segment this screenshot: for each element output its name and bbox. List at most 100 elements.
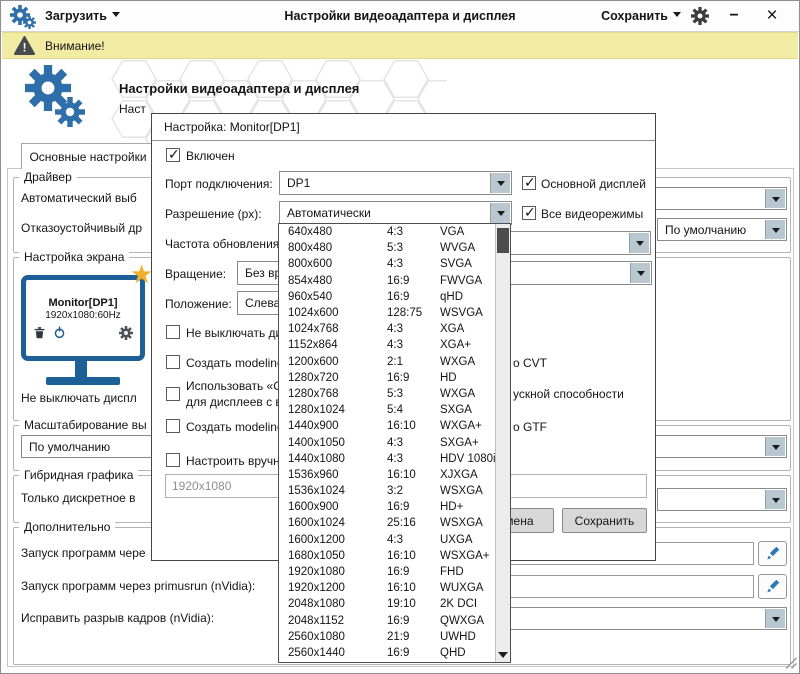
save-menu-button[interactable]: Сохранить bbox=[601, 9, 681, 23]
resolution-option[interactable]: 1400x10504:3SXGA+ bbox=[279, 434, 495, 450]
failsafe-driver-combo[interactable]: По умолчанию bbox=[657, 218, 787, 241]
scaling-group-legend: Масштабирование вы bbox=[19, 419, 152, 432]
chevron-down-icon bbox=[765, 189, 785, 208]
modeline-cvt-label-tail: о CVT bbox=[513, 356, 547, 370]
power-icon[interactable] bbox=[53, 326, 66, 339]
port-combo[interactable]: DP1 bbox=[279, 171, 512, 195]
resolution-dropdown: 640x4804:3VGA800x4805:3WVGA800x6004:3SVG… bbox=[278, 223, 511, 663]
enabled-checkbox[interactable] bbox=[166, 148, 180, 162]
tearfree-label: Исправить разрыв кадров (nVidia): bbox=[21, 611, 214, 625]
save-button[interactable]: Сохранить bbox=[562, 508, 647, 533]
primary-display-checkbox[interactable] bbox=[522, 176, 536, 190]
resize-grip[interactable] bbox=[784, 656, 798, 670]
resolution-option[interactable]: 1200x6002:1WXGA bbox=[279, 354, 495, 370]
chevron-down-icon bbox=[490, 173, 510, 193]
resolution-option[interactable]: 1920x120016:10WUXGA bbox=[279, 580, 495, 596]
modeline-gtf-label-tail: о GTF bbox=[513, 420, 547, 434]
gear-icon[interactable] bbox=[119, 326, 133, 340]
tab-main-settings[interactable]: Основные настройки bbox=[21, 143, 155, 169]
chevron-down-icon bbox=[765, 220, 785, 239]
enabled-label[interactable]: Включен bbox=[186, 149, 235, 163]
resolution-option[interactable]: 2048x115216:9QWXGA bbox=[279, 613, 495, 629]
app-window: Загрузить Настройки видеоадаптера и дисп… bbox=[0, 0, 800, 674]
modeline-cvt-label[interactable]: Создать modeline bbox=[186, 356, 284, 370]
resolution-option[interactable]: 1680x105016:10WSXGA+ bbox=[279, 548, 495, 564]
chevron-down-icon bbox=[673, 12, 681, 21]
modeline-gtf-checkbox[interactable] bbox=[166, 419, 180, 433]
resolution-option[interactable]: 800x4805:3WVGA bbox=[279, 240, 495, 256]
scrollbar-thumb[interactable] bbox=[497, 228, 509, 253]
resolution-option[interactable]: 2560x108021:9UWHD bbox=[279, 629, 495, 645]
pencil-icon bbox=[765, 546, 780, 561]
discrete-label: Только дискретное в bbox=[21, 491, 136, 505]
page-title: Настройки видеоадаптера и дисплея bbox=[119, 81, 359, 96]
cvt-rb-label-line1[interactable]: Использовать «CV bbox=[186, 379, 290, 393]
all-modes-label[interactable]: Все видеорежимы bbox=[541, 207, 643, 221]
chevron-down-icon bbox=[490, 203, 510, 223]
settings-gear-button[interactable] bbox=[687, 1, 713, 31]
monitor-stand-base bbox=[46, 377, 120, 385]
resolution-option[interactable]: 1600x102425:16WSXGA bbox=[279, 515, 495, 531]
primusrun-edit-button[interactable] bbox=[758, 574, 787, 599]
dialog-title: Настройка: Monitor[DP1] bbox=[152, 114, 655, 141]
resolution-option[interactable]: 1600x12004:3UXGA bbox=[279, 532, 495, 548]
scrollbar[interactable] bbox=[495, 224, 510, 662]
resolution-option[interactable]: 1024x600128:75WSVGA bbox=[279, 305, 495, 321]
resolution-option[interactable]: 1536x10243:2WSXGA bbox=[279, 483, 495, 499]
extra-group-legend: Дополнительно bbox=[19, 521, 115, 534]
warning-text: Внимание! bbox=[45, 39, 105, 53]
trash-icon[interactable] bbox=[33, 326, 46, 339]
modeline-cvt-checkbox[interactable] bbox=[166, 355, 180, 369]
screen-group-legend: Настройка экрана bbox=[19, 251, 129, 264]
chevron-down-icon bbox=[765, 490, 785, 509]
cvt-rb-label-line2[interactable]: для дисплеев с в bbox=[186, 395, 282, 409]
hybrid-combo[interactable] bbox=[657, 488, 787, 511]
resolution-option[interactable]: 854x48016:9FWVGA bbox=[279, 273, 495, 289]
resolution-option[interactable]: 1440x90016:10WXGA+ bbox=[279, 418, 495, 434]
save-menu-label: Сохранить bbox=[601, 9, 668, 23]
resolution-option[interactable]: 1536x96016:10XJXGA bbox=[279, 467, 495, 483]
run-programs-edit-button[interactable] bbox=[758, 541, 787, 566]
resolution-option[interactable]: 800x6004:3SVGA bbox=[279, 256, 495, 272]
warning-triangle-icon bbox=[14, 36, 35, 55]
warning-bar: Внимание! bbox=[2, 32, 798, 59]
keep-on-checkbox[interactable] bbox=[166, 325, 180, 339]
chevron-down-icon bbox=[630, 263, 650, 283]
resolution-option[interactable]: 1280x72016:9HD bbox=[279, 370, 495, 386]
resolution-option[interactable]: 1440x10804:3HDV 1080i bbox=[279, 451, 495, 467]
chevron-down-icon bbox=[629, 233, 649, 253]
modeline-gtf-label[interactable]: Создать modeline bbox=[186, 420, 284, 434]
screen-keep-on-label: Не выключать диспл bbox=[21, 391, 137, 405]
resolution-option[interactable]: 960x54016:9qHD bbox=[279, 289, 495, 305]
resolution-label: Разрешение (px): bbox=[165, 207, 262, 221]
run-programs-label: Запуск программ чере bbox=[21, 546, 146, 560]
cvt-rb-checkbox[interactable] bbox=[166, 387, 180, 401]
monitor-name: Monitor[DP1] bbox=[48, 297, 117, 309]
monitor-widget[interactable]: Monitor[DP1] 1920x1080:60Hz bbox=[21, 275, 145, 361]
resolution-option[interactable]: 1152x8644:3XGA+ bbox=[279, 337, 495, 353]
resolution-option[interactable]: 640x4804:3VGA bbox=[279, 224, 495, 240]
resolution-option[interactable]: 2048x108019:102K DCI bbox=[279, 596, 495, 612]
resolution-combo[interactable]: Автоматически bbox=[279, 201, 512, 225]
minimize-button[interactable]: − bbox=[721, 1, 747, 31]
auto-driver-label: Автоматический выб bbox=[21, 191, 137, 205]
scroll-down-icon[interactable] bbox=[496, 647, 510, 661]
primusrun-label: Запуск программ через primusrun (nVidia)… bbox=[21, 579, 255, 593]
all-modes-checkbox[interactable] bbox=[522, 206, 536, 220]
resolution-option[interactable]: 2560x144016:9QHD bbox=[279, 645, 495, 661]
manual-checkbox[interactable] bbox=[166, 453, 180, 467]
resolution-option[interactable]: 1600x90016:9HD+ bbox=[279, 499, 495, 515]
cvt-rb-label-tail: ускной способности bbox=[513, 387, 624, 401]
keep-on-label[interactable]: Не выключать дис bbox=[186, 326, 288, 340]
resolution-option[interactable]: 1280x7685:3WXGA bbox=[279, 386, 495, 402]
chevron-down-icon bbox=[765, 609, 785, 628]
resolution-option[interactable]: 1280x10245:4SXGA bbox=[279, 402, 495, 418]
resolution-option[interactable]: 1920x108016:9FHD bbox=[279, 564, 495, 580]
primary-display-label[interactable]: Основной дисплей bbox=[541, 177, 646, 191]
close-button[interactable]: × bbox=[759, 1, 785, 31]
resolution-option[interactable]: 1024x7684:3XGA bbox=[279, 321, 495, 337]
port-label: Порт подключения: bbox=[165, 177, 273, 191]
chevron-down-icon bbox=[765, 437, 785, 456]
monitor-actions bbox=[26, 326, 140, 340]
position-label: Положение: bbox=[165, 297, 232, 311]
